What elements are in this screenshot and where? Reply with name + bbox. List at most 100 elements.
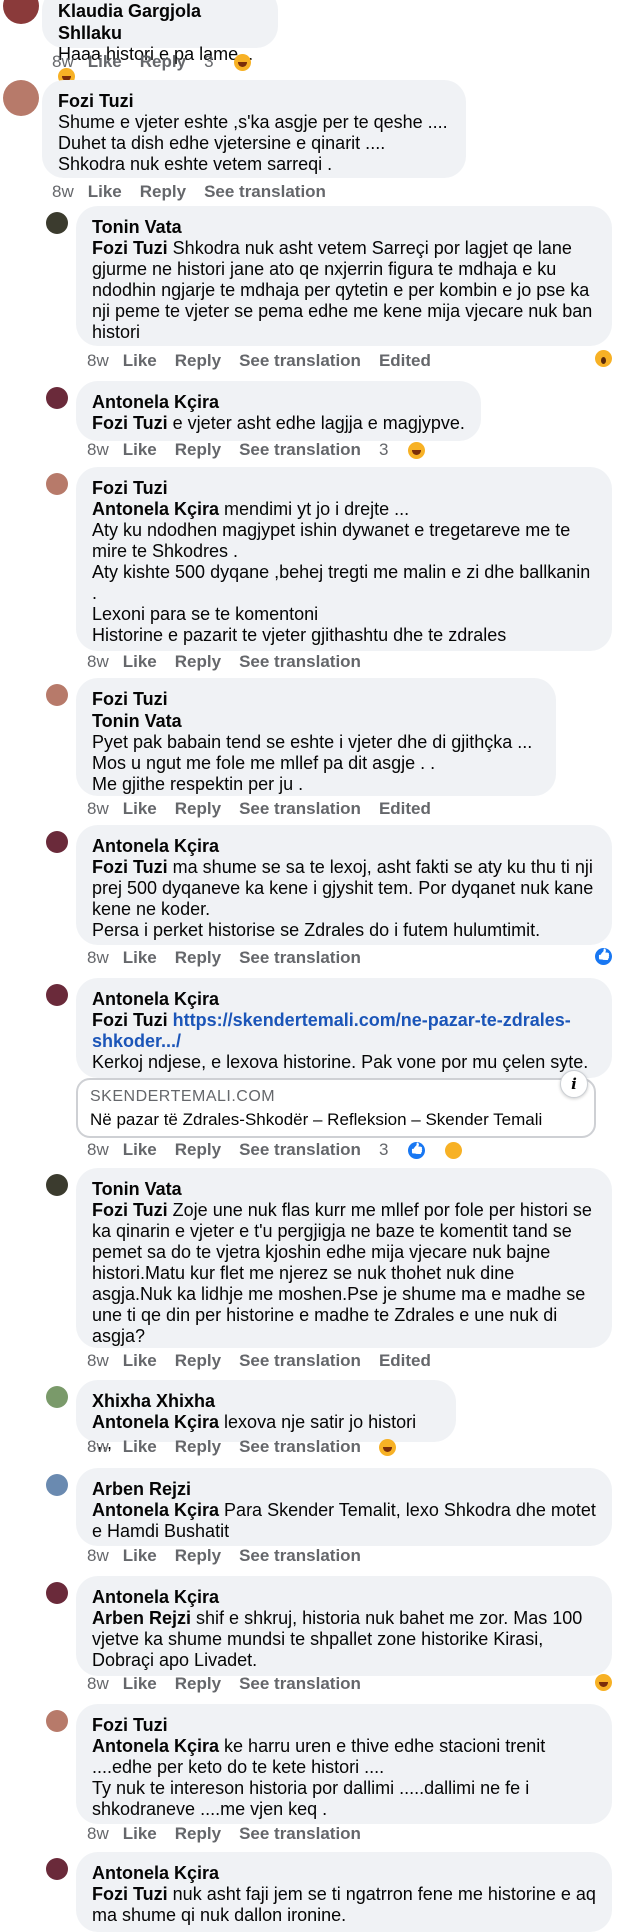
comment-author[interactable]: Antonela Kçira [92, 1586, 596, 1608]
timestamp[interactable]: 8w [87, 1546, 109, 1565]
mention-link[interactable]: Antonela Kçira [92, 1412, 219, 1432]
reply-button[interactable]: Reply [175, 799, 221, 818]
comment-author[interactable]: Antonela Kçira [92, 835, 596, 857]
avatar[interactable] [46, 984, 68, 1006]
info-icon[interactable]: i [560, 1070, 588, 1098]
avatar[interactable] [46, 1582, 68, 1604]
avatar[interactable] [46, 387, 68, 409]
comment-author[interactable]: Fozi Tuzi [92, 477, 596, 499]
reply-button[interactable]: Reply [175, 440, 221, 459]
wow-icon[interactable] [595, 350, 612, 367]
timestamp[interactable]: 8w [87, 652, 109, 671]
avatar[interactable] [46, 1710, 68, 1732]
mention-link[interactable]: Fozi Tuzi [92, 1200, 168, 1220]
timestamp[interactable]: 8w [87, 1140, 109, 1159]
reply-button[interactable]: Reply [175, 948, 221, 967]
comment-author[interactable]: Xhixha Xhixha [92, 1390, 440, 1412]
avatar[interactable] [46, 473, 68, 495]
timestamp[interactable]: 8w [87, 440, 109, 459]
mention-link[interactable]: Antonela Kçira [92, 1500, 219, 1520]
reply-button[interactable]: Reply [175, 1140, 221, 1159]
see-translation-button[interactable]: See translation [239, 948, 361, 967]
mention-link[interactable]: Tonin Vata [92, 710, 540, 732]
comment-author[interactable]: Klaudia Gargjola Shllaku [58, 0, 262, 44]
like-button[interactable]: Like [123, 948, 157, 967]
timestamp[interactable]: 8w [87, 1351, 109, 1370]
see-translation-button[interactable]: See translation [239, 1546, 361, 1565]
haha-icon[interactable] [378, 1439, 396, 1457]
see-translation-button[interactable]: See translation [239, 1437, 361, 1456]
timestamp[interactable]: 8w [87, 1674, 109, 1693]
avatar[interactable] [46, 1174, 68, 1196]
mention-link[interactable]: Arben Rejzi [92, 1608, 191, 1628]
comment-author[interactable]: Tonin Vata [92, 216, 596, 238]
comment-author[interactable]: Fozi Tuzi [58, 90, 450, 112]
avatar[interactable] [3, 80, 39, 116]
avatar[interactable] [46, 1858, 68, 1880]
reaction-summary[interactable]: 3 [379, 1140, 480, 1160]
see-translation-button[interactable]: See translation [239, 1351, 361, 1370]
mention-link[interactable]: Antonela Kçira [92, 499, 219, 519]
like-icon[interactable] [595, 948, 612, 965]
comment-author[interactable]: Fozi Tuzi [92, 688, 540, 710]
timestamp[interactable]: 8w [87, 799, 109, 818]
timestamp[interactable]: 8w [87, 1437, 109, 1456]
see-translation-button[interactable]: See translation [204, 182, 326, 201]
like-button[interactable]: Like [123, 1674, 157, 1693]
like-button[interactable]: Like [88, 52, 122, 71]
like-button[interactable]: Like [123, 440, 157, 459]
mention-link[interactable]: Antonela Kçira [92, 1736, 219, 1756]
avatar[interactable] [46, 212, 68, 234]
reply-button[interactable]: Reply [175, 1437, 221, 1456]
mention-link[interactable]: Fozi Tuzi [92, 1010, 168, 1030]
reply-button[interactable]: Reply [140, 52, 186, 71]
reply-button[interactable]: Reply [175, 1351, 221, 1370]
like-button[interactable]: Like [123, 1140, 157, 1159]
mention-link[interactable]: Fozi Tuzi [92, 1884, 168, 1904]
timestamp[interactable]: 8w [87, 1824, 109, 1843]
avatar[interactable] [46, 1474, 68, 1496]
timestamp[interactable]: 8w [52, 52, 74, 71]
mention-link[interactable]: Fozi Tuzi [92, 238, 168, 258]
like-button[interactable]: Like [123, 652, 157, 671]
timestamp[interactable]: 8w [87, 948, 109, 967]
like-button[interactable]: Like [123, 351, 157, 370]
reply-button[interactable]: Reply [175, 351, 221, 370]
see-translation-button[interactable]: See translation [239, 351, 361, 370]
mention-link[interactable]: Fozi Tuzi [92, 413, 168, 433]
mention-link[interactable]: Fozi Tuzi [92, 857, 168, 877]
see-translation-button[interactable]: See translation [239, 1140, 361, 1159]
like-button[interactable]: Like [123, 1546, 157, 1565]
see-translation-button[interactable]: See translation [239, 652, 361, 671]
timestamp[interactable]: 8w [52, 182, 74, 201]
like-button[interactable]: Like [123, 1437, 157, 1456]
reaction-summary[interactable]: 3 [379, 440, 443, 460]
like-button[interactable]: Like [88, 182, 122, 201]
reply-button[interactable]: Reply [175, 1674, 221, 1693]
comment-author[interactable]: Tonin Vata [92, 1178, 596, 1200]
haha-icon[interactable] [595, 1674, 612, 1691]
comment-author[interactable]: Arben Rejzi [92, 1478, 596, 1500]
see-translation-button[interactable]: See translation [239, 440, 361, 459]
avatar[interactable] [46, 684, 68, 706]
reply-button[interactable]: Reply [175, 1824, 221, 1843]
see-translation-button[interactable]: See translation [239, 1824, 361, 1843]
comment-author[interactable]: Fozi Tuzi [92, 1714, 596, 1736]
avatar[interactable] [46, 831, 68, 853]
like-button[interactable]: Like [123, 1351, 157, 1370]
like-button[interactable]: Like [123, 1824, 157, 1843]
timestamp[interactable]: 8w [87, 351, 109, 370]
comment-author[interactable]: Antonela Kçira [92, 988, 596, 1010]
reaction-summary[interactable]: 3 [204, 52, 268, 72]
link-preview-card[interactable]: SKENDERTEMALI.COM Në pazar të Zdrales-Sh… [76, 1070, 596, 1138]
reply-button[interactable]: Reply [175, 1546, 221, 1565]
avatar[interactable] [3, 0, 39, 24]
like-button[interactable]: Like [123, 799, 157, 818]
avatar[interactable] [46, 1386, 68, 1408]
comment-author[interactable]: Antonela Kçira [92, 1862, 596, 1884]
reply-button[interactable]: Reply [140, 182, 186, 201]
see-translation-button[interactable]: See translation [239, 1674, 361, 1693]
reply-button[interactable]: Reply [175, 652, 221, 671]
comment-author[interactable]: Antonela Kçira [92, 391, 465, 413]
see-translation-button[interactable]: See translation [239, 799, 361, 818]
